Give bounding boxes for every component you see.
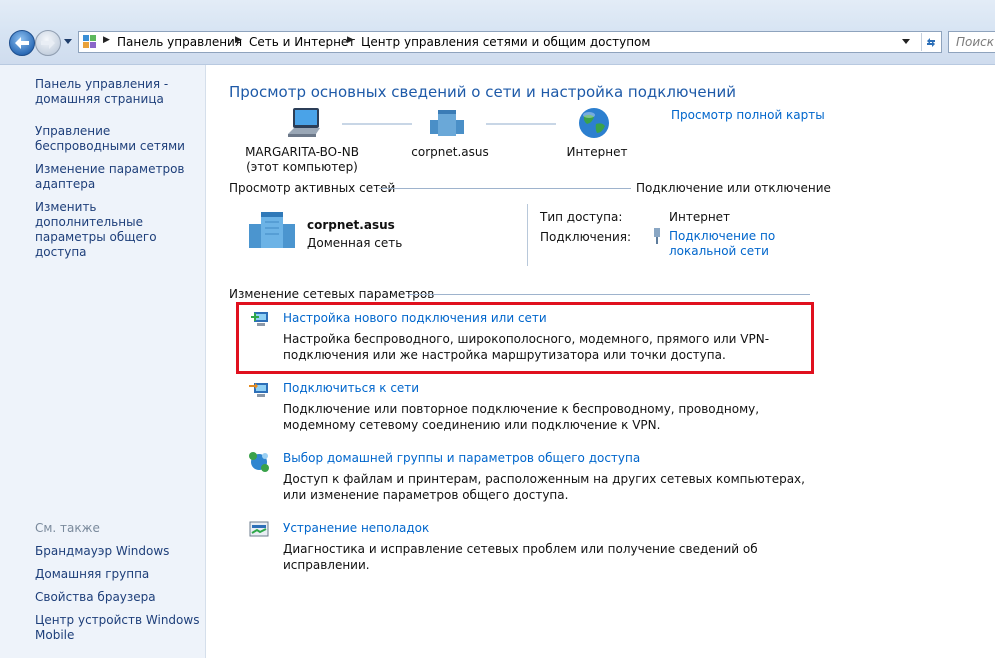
breadcrumb[interactable]: ▶ Панель управления ▶ Сеть и Интернет ▶ … <box>78 31 942 53</box>
homegroup-sharing-link[interactable]: Выбор домашней группы и параметров общег… <box>283 451 640 465</box>
see-also-firewall[interactable]: Брандмауэр Windows <box>35 544 203 559</box>
section-divider <box>408 294 810 295</box>
breadcrumb-separator-icon[interactable]: ▶ <box>103 35 110 45</box>
recent-pages-chevron-icon[interactable] <box>64 38 72 46</box>
refresh-icon <box>927 38 935 47</box>
control-panel-icon <box>83 35 96 48</box>
active-networks-heading: Просмотр активных сетей <box>229 181 396 195</box>
see-also-heading: См. также <box>35 521 100 535</box>
full-map-link[interactable]: Просмотр полной карты <box>671 108 825 122</box>
globe-icon <box>579 108 609 138</box>
sidebar-item-sharing-settings[interactable]: Изменить дополнительные параметры общего… <box>35 200 203 260</box>
page-title: Просмотр основных сведений о сети и наст… <box>229 83 736 101</box>
access-type-value: Интернет <box>669 210 731 224</box>
vertical-divider <box>527 204 528 266</box>
troubleshoot-link[interactable]: Устранение неполадок <box>283 521 429 535</box>
computer-subtitle: (этот компьютер) <box>246 160 358 174</box>
computer-icon <box>288 108 320 137</box>
sidebar-item-adapter-settings[interactable]: Изменение параметров адаптера <box>35 162 203 192</box>
section-divider <box>379 188 631 189</box>
connection-line <box>486 123 556 125</box>
left-pane: Панель управления - домашняя страница Уп… <box>0 65 206 658</box>
see-also-homegroup[interactable]: Домашняя группа <box>35 567 203 582</box>
back-button[interactable] <box>9 30 35 56</box>
troubleshoot-desc: Диагностика и исправление сетевых пробле… <box>283 542 758 572</box>
network-domain-icon <box>430 110 464 136</box>
map-network-name: corpnet.asus <box>411 145 489 159</box>
breadcrumb-separator-icon[interactable]: ▶ <box>347 35 354 45</box>
connections-label: Подключения: <box>540 230 632 244</box>
computer-name: MARGARITA-BO-NB <box>245 145 359 159</box>
see-also-browser-properties[interactable]: Свойства браузера <box>35 590 203 605</box>
domain-network-icon <box>249 212 295 248</box>
troubleshoot-icon <box>249 521 269 537</box>
change-settings-heading: Изменение сетевых параметров <box>229 287 435 301</box>
connect-network-icon <box>249 383 268 397</box>
local-connection-link[interactable]: Подключение по локальной сети <box>669 229 789 259</box>
address-dropdown-icon[interactable] <box>902 39 910 45</box>
active-network-name: corpnet.asus <box>307 218 395 232</box>
sidebar-item-wireless-networks[interactable]: Управление беспроводными сетями <box>35 124 203 154</box>
refresh-button[interactable] <box>921 33 940 51</box>
forward-button[interactable] <box>35 30 61 56</box>
homegroup-sharing-desc: Доступ к файлам и принтерам, расположенн… <box>283 472 805 502</box>
crumb-network-internet[interactable]: Сеть и Интернет <box>249 35 355 49</box>
highlight-frame <box>236 302 814 374</box>
breadcrumb-separator-icon[interactable]: ▶ <box>235 35 242 45</box>
connect-to-network-link[interactable]: Подключиться к сети <box>283 381 419 395</box>
crumb-control-panel[interactable]: Панель управления <box>117 35 242 49</box>
sidebar-item-control-panel-home[interactable]: Панель управления - домашняя страница <box>35 77 203 107</box>
see-also-mobile-device-center[interactable]: Центр устройств Windows Mobile <box>35 613 203 643</box>
connection-line <box>342 123 412 125</box>
address-bar: ▶ Панель управления ▶ Сеть и Интернет ▶ … <box>0 0 995 65</box>
map-internet-label: Интернет <box>566 145 628 159</box>
homegroup-icon <box>249 452 269 472</box>
connect-disconnect-link[interactable]: Подключение или отключение <box>636 181 831 195</box>
search-placeholder: Поиск в <box>956 35 995 49</box>
search-input[interactable]: Поиск в <box>948 31 995 53</box>
access-type-label: Тип доступа: <box>540 210 623 224</box>
crumb-network-center[interactable]: Центр управления сетями и общим доступом <box>361 35 650 49</box>
active-network-type: Доменная сеть <box>307 236 403 250</box>
ethernet-icon <box>654 228 660 244</box>
connect-to-network-desc: Подключение или повторное подключение к … <box>283 402 760 432</box>
